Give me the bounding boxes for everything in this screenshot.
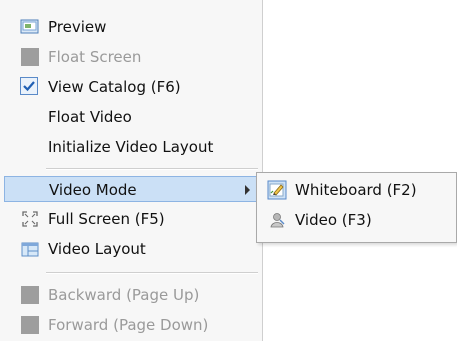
menu-item-video-layout[interactable]: Video Layout: [4, 236, 257, 262]
fullscreen-icon: [20, 209, 40, 229]
menu-item-full-screen[interactable]: Full Screen (F5): [4, 206, 257, 232]
context-menu: Preview Float Screen View Catalog (F6) F…: [0, 0, 263, 341]
video-layout-icon: [20, 239, 40, 259]
menu-separator: [46, 272, 258, 274]
menu-item-label: Float Video: [48, 108, 132, 126]
submenu-arrow-icon: [245, 185, 250, 195]
submenu-item-whiteboard[interactable]: Whiteboard (F2): [261, 177, 452, 203]
video-icon: [267, 210, 287, 230]
menu-item-float-screen: Float Screen: [4, 44, 257, 70]
menu-item-video-mode[interactable]: Video Mode: [4, 176, 257, 202]
menu-item-label: View Catalog (F6): [48, 78, 181, 96]
menu-item-label: Video Mode: [49, 181, 137, 199]
menu-item-float-video[interactable]: Float Video: [4, 104, 257, 130]
submenu-item-label: Video (F3): [295, 211, 372, 229]
preview-icon: [20, 17, 40, 37]
float-screen-icon: [21, 48, 39, 66]
submenu-item-video[interactable]: Video (F3): [261, 207, 452, 233]
menu-item-forward: Forward (Page Down): [4, 312, 257, 338]
video-mode-submenu: Whiteboard (F2) Video (F3): [256, 172, 457, 243]
menu-item-label: Forward (Page Down): [48, 316, 209, 334]
forward-icon: [21, 316, 39, 334]
whiteboard-icon: [267, 180, 287, 200]
menu-separator: [46, 168, 258, 170]
menu-item-label: Initialize Video Layout: [48, 138, 214, 156]
submenu-item-label: Whiteboard (F2): [295, 181, 417, 199]
menu-item-backward: Backward (Page Up): [4, 282, 257, 308]
menu-item-preview[interactable]: Preview: [4, 14, 257, 40]
backward-icon: [21, 286, 39, 304]
menu-item-view-catalog[interactable]: View Catalog (F6): [4, 74, 257, 100]
context-menu-screen: Preview Float Screen View Catalog (F6) F…: [0, 0, 457, 341]
menu-item-label: Backward (Page Up): [48, 286, 200, 304]
menu-item-label: Float Screen: [48, 48, 142, 66]
menu-item-initialize-video-layout[interactable]: Initialize Video Layout: [4, 134, 257, 160]
menu-item-label: Full Screen (F5): [48, 210, 165, 228]
checkmark-icon: [20, 77, 38, 95]
menu-item-label: Video Layout: [48, 240, 146, 258]
menu-item-label: Preview: [48, 18, 107, 36]
